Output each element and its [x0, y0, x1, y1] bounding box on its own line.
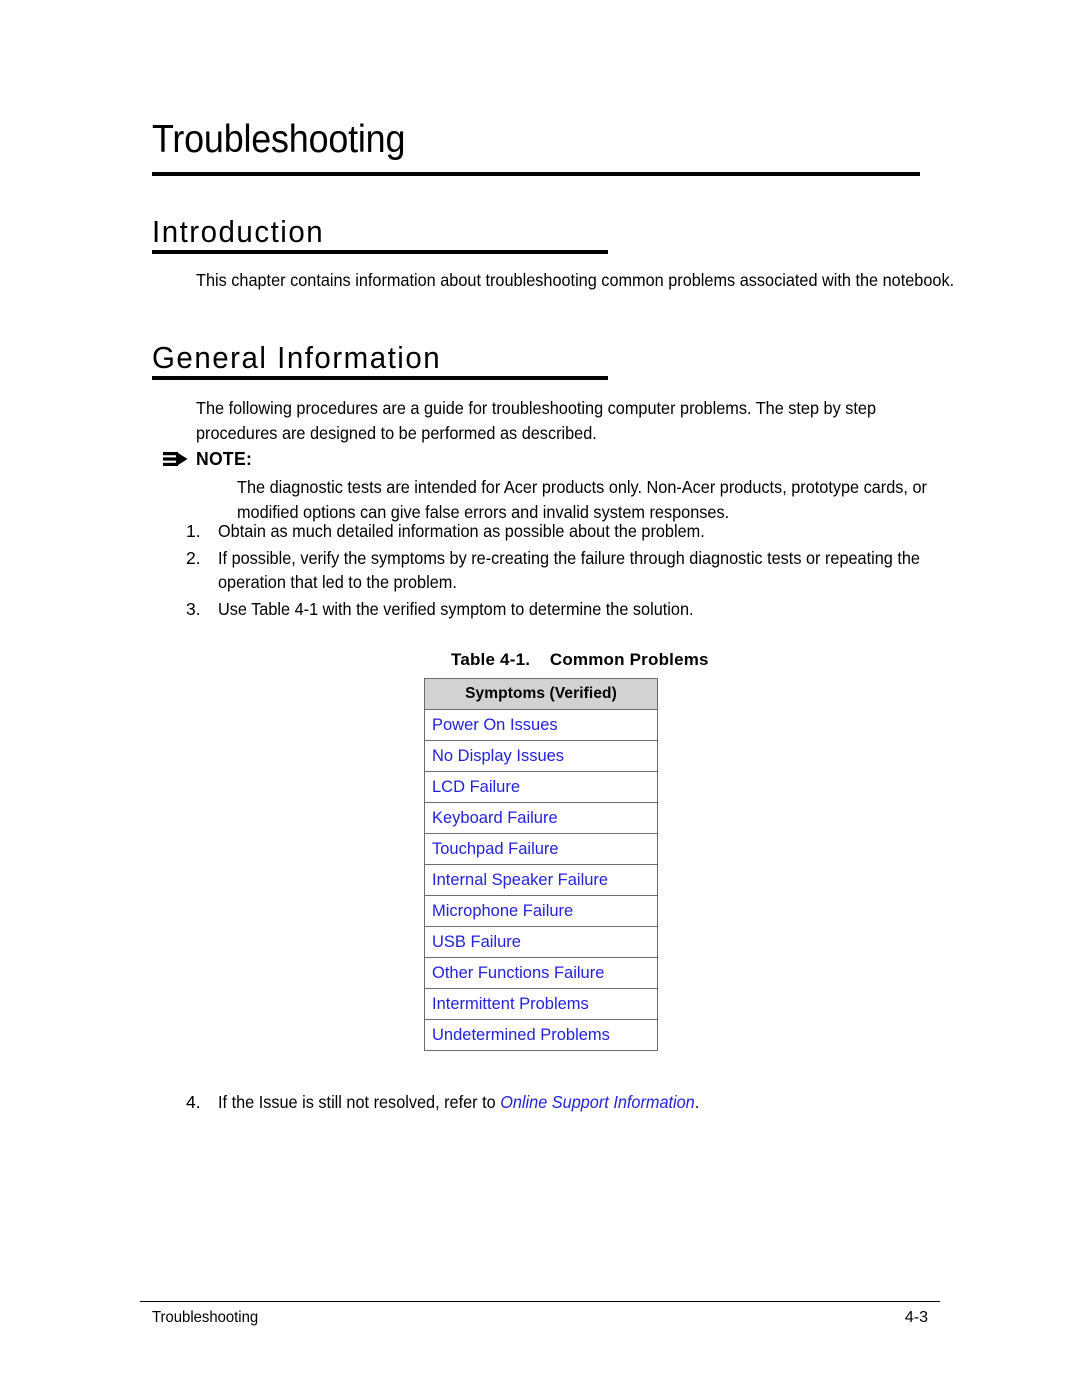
list-item: 1. Obtain as much detailed information a…: [186, 519, 1046, 544]
table-row: Intermittent Problems: [424, 988, 658, 1020]
step-text: Use Table 4-1 with the verified symptom …: [218, 598, 694, 619]
note-text: The diagnostic tests are intended for Ac…: [237, 477, 927, 522]
table-row: Keyboard Failure: [424, 802, 658, 834]
step-number: 4.: [186, 1092, 201, 1112]
symptom-link[interactable]: No Display Issues: [432, 747, 564, 765]
table-row: Microphone Failure: [424, 895, 658, 927]
table-cell-symptom: USB Failure: [424, 926, 658, 958]
table-caption: Table 4-1. Common Problems: [451, 650, 709, 669]
table-cell-symptom: Power On Issues: [424, 709, 658, 741]
note-arrow-icon: [163, 451, 189, 467]
column-header-symptoms: Symptoms (Verified): [424, 678, 658, 710]
section-heading-general-information: General Information: [152, 340, 442, 375]
procedure-steps-list: 1. Obtain as much detailed information a…: [186, 519, 1046, 623]
symptom-link[interactable]: Power On Issues: [432, 716, 558, 734]
step-text: If possible, verify the symptoms by re-c…: [218, 547, 920, 593]
symptom-link[interactable]: Intermittent Problems: [432, 995, 589, 1013]
online-support-information-link[interactable]: Online Support Information: [500, 1092, 695, 1112]
section-divider-introduction: [152, 250, 608, 254]
note-label: NOTE:: [196, 448, 253, 469]
table-row: Other Functions Failure: [424, 957, 658, 989]
step-number: 2.: [186, 547, 201, 568]
table-body: Power On Issues No Display Issues LCD Fail…: [424, 709, 658, 1051]
table-row: Touchpad Failure: [424, 833, 658, 865]
note-header: NOTE:: [163, 448, 1023, 470]
footer-page-number: 4-3: [904, 1309, 928, 1326]
note-block: NOTE: The diagnostic tests are intended …: [163, 448, 1023, 524]
table-row: LCD Failure: [424, 771, 658, 803]
table-cell-symptom: Microphone Failure: [424, 895, 658, 927]
symptom-link[interactable]: Microphone Failure: [432, 902, 573, 920]
symptom-link[interactable]: Touchpad Failure: [432, 840, 559, 858]
symptom-link[interactable]: Undetermined Problems: [432, 1026, 610, 1044]
step-number: 1.: [186, 521, 201, 541]
footer-divider: [140, 1301, 940, 1302]
section-heading-introduction: Introduction: [152, 214, 325, 249]
list-item: 3. Use Table 4-1 with the verified sympt…: [186, 597, 1046, 622]
table-head: Symptoms (Verified): [424, 678, 658, 710]
table-row: USB Failure: [424, 926, 658, 958]
list-item-step-four: 4. If the Issue is still not resolved, r…: [186, 1090, 1046, 1115]
symptom-link[interactable]: LCD Failure: [432, 778, 520, 796]
general-information-paragraph: The following procedures are a guide for…: [196, 398, 877, 443]
table-cell-symptom: Undetermined Problems: [424, 1019, 658, 1051]
step-number: 3.: [186, 598, 201, 619]
table-row: Undetermined Problems: [424, 1019, 658, 1051]
symptom-link[interactable]: USB Failure: [432, 933, 521, 951]
symptom-link[interactable]: Other Functions Failure: [432, 964, 604, 982]
step-text: Obtain as much detailed information as p…: [218, 521, 705, 541]
step-four-text-before: If the Issue is still not resolved, refe…: [218, 1092, 501, 1112]
chapter-title-divider: [152, 172, 920, 176]
section-divider-general-information: [152, 376, 608, 380]
table-cell-symptom: Internal Speaker Failure: [424, 864, 658, 896]
list-item: 2. If possible, verify the symptoms by r…: [186, 546, 1046, 595]
table-row: No Display Issues: [424, 740, 658, 772]
step-four-text-after: .: [694, 1092, 700, 1112]
table-header-row: Symptoms (Verified): [424, 678, 658, 710]
common-problems-table: Symptoms (Verified) Power On Issues No Di…: [424, 678, 658, 1051]
table-cell-symptom: No Display Issues: [424, 740, 658, 772]
document-page: Troubleshooting Introduction This chapte…: [0, 0, 1080, 1397]
table-cell-symptom: Touchpad Failure: [424, 833, 658, 865]
footer-chapter-label: Troubleshooting: [152, 1309, 259, 1326]
table-cell-symptom: Other Functions Failure: [424, 957, 658, 989]
symptom-link[interactable]: Keyboard Failure: [432, 809, 558, 827]
symptom-link[interactable]: Internal Speaker Failure: [432, 871, 608, 889]
table-row: Internal Speaker Failure: [424, 864, 658, 896]
table-cell-symptom: LCD Failure: [424, 771, 658, 803]
step-text: If the Issue is still not resolved, refe…: [218, 1090, 925, 1115]
table-cell-symptom: Keyboard Failure: [424, 802, 658, 834]
page-title: Troubleshooting: [152, 118, 406, 161]
table-row: Power On Issues: [424, 709, 658, 741]
introduction-paragraph: This chapter contains information about …: [196, 270, 955, 290]
table-cell-symptom: Intermittent Problems: [424, 988, 658, 1020]
